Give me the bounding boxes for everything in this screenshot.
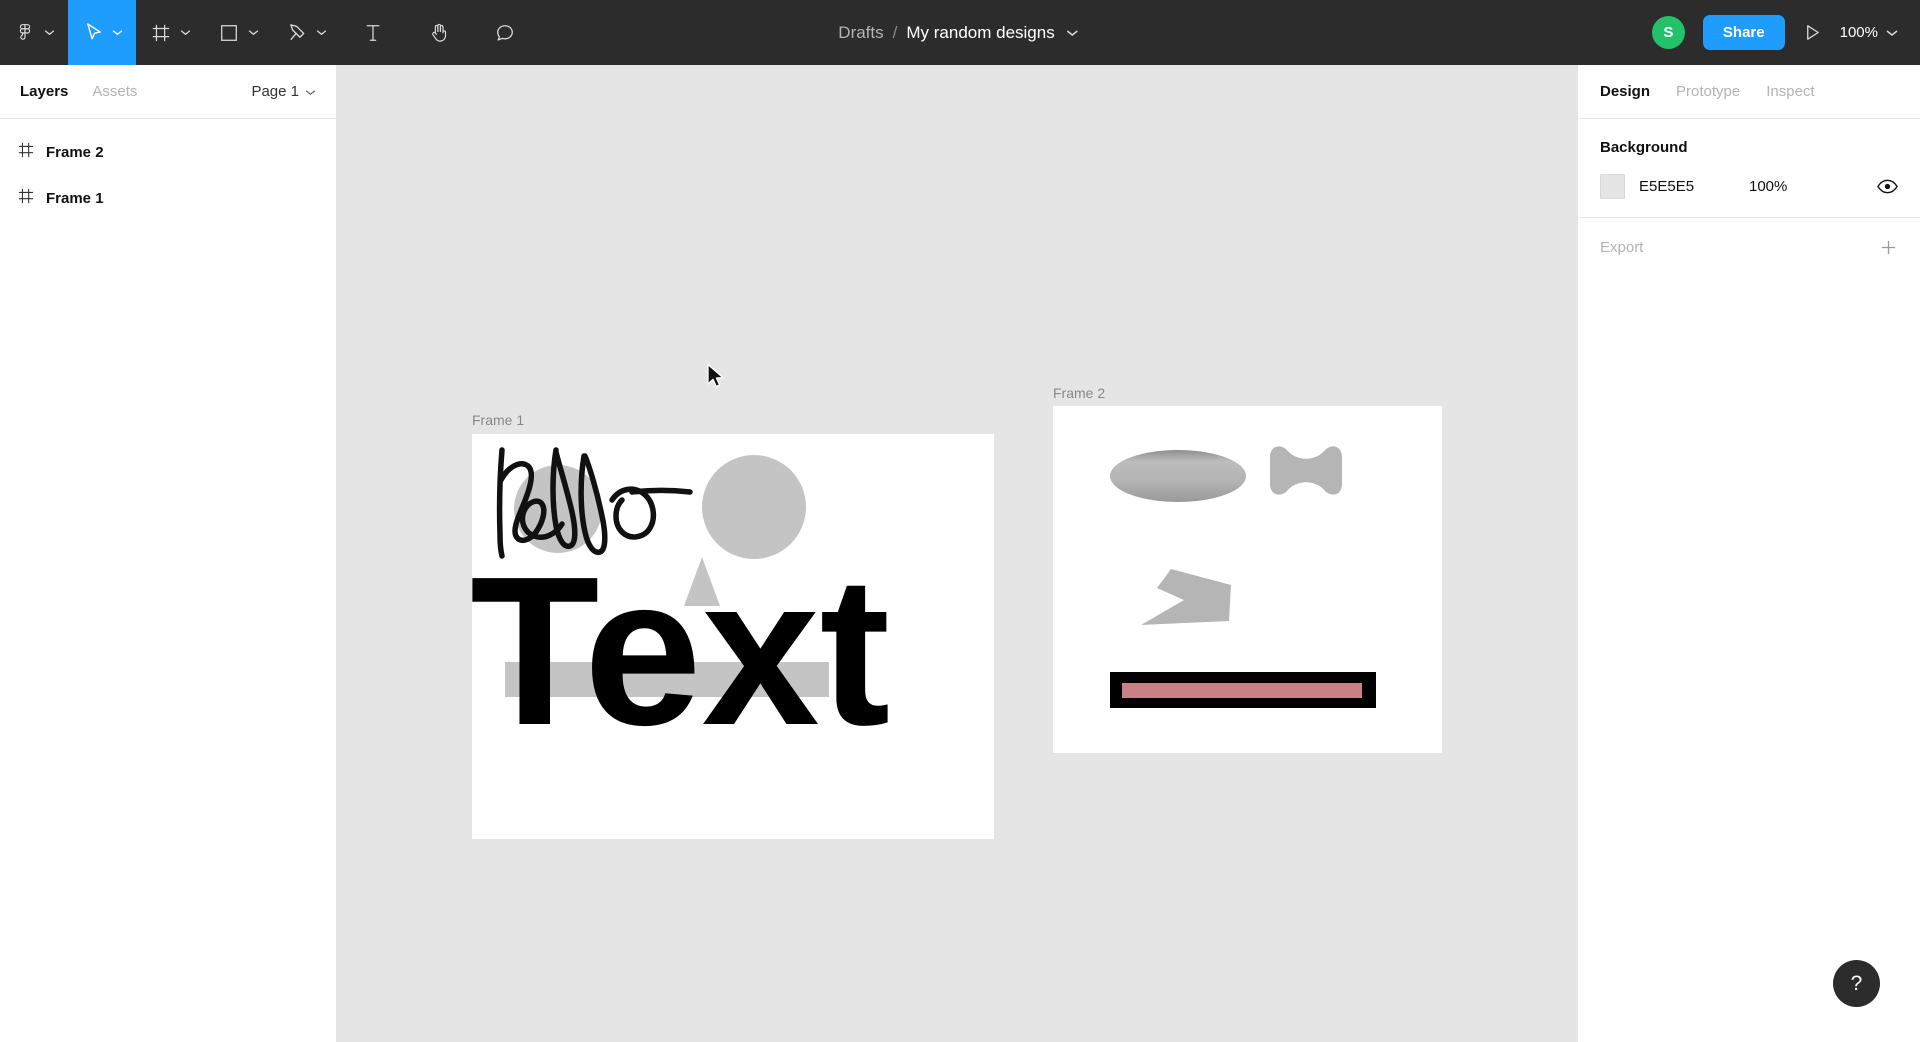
breadcrumb: Drafts / My random designs (838, 23, 1081, 43)
figma-logo-icon (10, 23, 40, 43)
chevron-down-icon[interactable] (244, 29, 262, 36)
page-chevron-down-icon (305, 83, 316, 100)
layer-item-frame-2[interactable]: Frame 2 (0, 129, 336, 175)
avatar[interactable]: S (1651, 16, 1685, 49)
file-title[interactable]: My random designs (906, 23, 1054, 43)
background-color-swatch[interactable] (1600, 174, 1625, 199)
frame-2-label[interactable]: Frame 2 (1053, 385, 1105, 401)
pen-tool-button[interactable] (272, 0, 340, 65)
chevron-down-icon[interactable] (108, 29, 126, 36)
zoom-chevron-down-icon[interactable] (1886, 24, 1898, 41)
hand-tool-button[interactable] (406, 0, 472, 65)
frame-1-label[interactable]: Frame 1 (472, 412, 524, 428)
hand-tool-icon (424, 22, 454, 43)
text-tool-icon (358, 23, 388, 43)
frame-1-artwork: Text (472, 447, 890, 769)
frame-tool-icon (146, 23, 176, 43)
arrow-pointer-cursor (707, 363, 724, 388)
present-play-icon[interactable] (1803, 23, 1822, 42)
comment-tool-button[interactable] (472, 0, 538, 65)
tab-inspect[interactable]: Inspect (1766, 83, 1814, 100)
breadcrumb-parent[interactable]: Drafts (838, 23, 883, 43)
arrow-shape[interactable] (1141, 569, 1231, 625)
frame-tool-button[interactable] (136, 0, 204, 65)
layer-item-label: Frame 1 (46, 189, 104, 207)
share-button[interactable]: Share (1702, 15, 1785, 50)
right-panel: Design Prototype Inspect Background E5E5… (1577, 65, 1920, 1042)
frame-icon (18, 142, 34, 163)
background-section-title: Background (1600, 139, 1688, 156)
zoom-control[interactable]: 100% (1840, 24, 1902, 41)
design-canvas[interactable]: Frame 1 Text Frame 2 (337, 65, 1577, 1042)
page-selector-label: Page 1 (251, 83, 299, 100)
tab-assets[interactable]: Assets (92, 83, 137, 100)
figma-logo-button[interactable] (0, 0, 68, 65)
layer-list: Frame 2 Frame 1 (0, 119, 336, 221)
left-panel-tabs: Layers Assets Page 1 (0, 65, 336, 119)
layer-item-label: Frame 2 (46, 143, 104, 161)
tab-layers[interactable]: Layers (20, 83, 68, 100)
left-panel: Layers Assets Page 1 Frame 2 Frame 1 (0, 65, 337, 1042)
move-tool-icon (78, 22, 108, 43)
frame-1[interactable]: Text (472, 434, 994, 839)
zoom-level-label: 100% (1839, 24, 1878, 41)
page-selector[interactable]: Page 1 (251, 83, 316, 100)
text-layer[interactable]: Text (472, 532, 890, 769)
text-tool-button[interactable] (340, 0, 406, 65)
move-tool-button[interactable] (68, 0, 136, 65)
background-section: Background E5E5E5 100% (1578, 119, 1920, 218)
export-section-title: Export (1600, 239, 1644, 256)
gradient-ellipse[interactable] (1110, 450, 1246, 502)
chevron-down-icon[interactable] (312, 29, 330, 36)
chevron-down-icon[interactable] (40, 29, 58, 36)
frame-icon (18, 188, 34, 209)
background-color-row: E5E5E5 100% (1600, 174, 1898, 199)
eye-icon[interactable] (1877, 179, 1898, 194)
tab-design[interactable]: Design (1600, 83, 1650, 100)
comment-bubble-icon (490, 23, 520, 43)
rectangle-icon (214, 23, 244, 43)
frame-2[interactable] (1053, 406, 1442, 753)
toolbar-right-controls: S Share 100% (1651, 15, 1902, 50)
file-menu-chevron-down-icon[interactable] (1064, 29, 1082, 37)
right-panel-tabs: Design Prototype Inspect (1578, 65, 1920, 119)
layer-item-frame-1[interactable]: Frame 1 (0, 175, 336, 221)
breadcrumb-separator: / (892, 22, 898, 42)
background-hex-value[interactable]: E5E5E5 (1639, 178, 1735, 195)
help-button[interactable]: ? (1833, 960, 1880, 1007)
plus-icon[interactable] (1879, 238, 1898, 257)
frame-2-artwork (1110, 446, 1376, 708)
chevron-down-icon[interactable] (176, 29, 194, 36)
pink-inner-bar[interactable] (1122, 683, 1362, 698)
tool-group (0, 0, 538, 65)
tab-prototype[interactable]: Prototype (1676, 83, 1740, 100)
pen-tool-icon (282, 22, 312, 43)
bowtie-shape[interactable] (1270, 446, 1342, 495)
export-section: Export (1578, 218, 1920, 277)
background-opacity-value[interactable]: 100% (1749, 178, 1787, 195)
shape-tool-button[interactable] (204, 0, 272, 65)
top-toolbar: Drafts / My random designs S Share 100% (0, 0, 1920, 65)
